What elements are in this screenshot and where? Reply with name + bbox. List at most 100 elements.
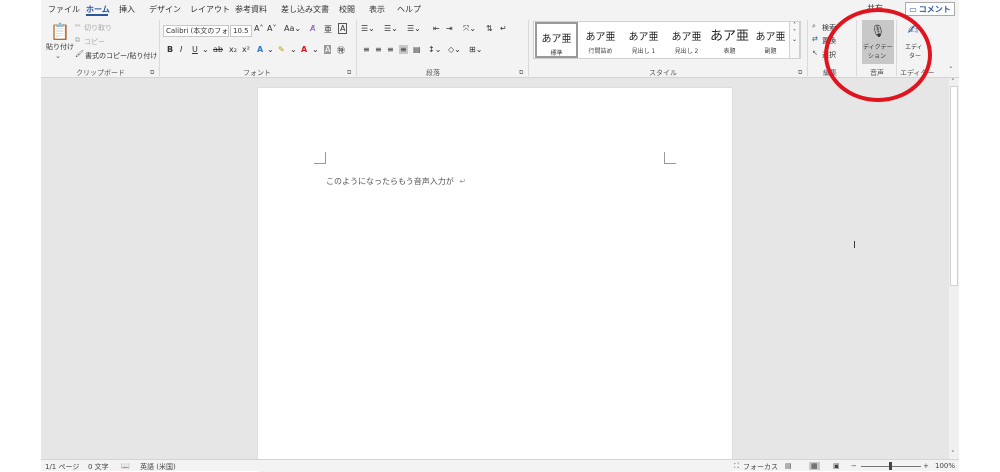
style-heading-2[interactable]: あア亜 見出し 2	[665, 22, 708, 58]
focus-icon[interactable]: ⛶	[734, 462, 739, 471]
decrease-indent-icon[interactable]: ⇤	[433, 24, 440, 33]
print-layout-icon[interactable]: ▦	[809, 462, 820, 470]
read-mode-icon[interactable]: ▤	[785, 462, 792, 470]
scroll-up-icon[interactable]: ˄	[951, 78, 955, 86]
scroll-down-icon[interactable]: ˅	[951, 450, 955, 458]
comment-button[interactable]: ▭ コメント	[905, 2, 955, 16]
clipboard-launcher-icon[interactable]: ⧉	[150, 69, 154, 77]
align-left-icon[interactable]: ≡	[363, 45, 370, 54]
character-shading-icon[interactable]: A	[324, 45, 332, 54]
underline-dropdown-icon[interactable]: ⌄	[202, 45, 209, 54]
chevron-down-icon[interactable]: ˅	[790, 29, 799, 36]
tab-view[interactable]: 表示	[369, 4, 385, 15]
tab-file[interactable]: ファイル	[48, 4, 80, 15]
zoom-in-icon[interactable]: +	[923, 462, 929, 470]
style-normal[interactable]: あア亜 標準	[535, 22, 578, 58]
tab-review[interactable]: 校閲	[339, 4, 355, 15]
multilevel-list-icon[interactable]: ☰⌄	[407, 24, 421, 33]
copy-icon: ⧉	[75, 36, 80, 44]
change-case-icon[interactable]: Aa⌄	[284, 24, 301, 33]
increase-indent-icon[interactable]: ⇥	[446, 24, 453, 33]
borders-icon[interactable]: ⊞⌄	[469, 45, 482, 54]
justify-icon[interactable]: ≡	[399, 45, 408, 54]
scroll-thumb[interactable]	[950, 86, 958, 286]
format-painter-icon: 🖌	[75, 50, 84, 58]
replace-icon: ⇄	[812, 35, 818, 43]
chevron-up-icon[interactable]: ˄	[790, 22, 799, 29]
paragraph-launcher-icon[interactable]: ⧉	[519, 69, 523, 77]
zoom-level[interactable]: 100%	[935, 462, 955, 470]
tab-mailings[interactable]: 差し込み文書	[281, 4, 329, 15]
grow-font-icon[interactable]: A˄	[254, 24, 263, 33]
shading-icon[interactable]: ◇⌄	[448, 45, 461, 54]
text-cursor-icon: I	[853, 240, 856, 251]
bold-button[interactable]: B	[167, 45, 173, 54]
proofing-icon[interactable]: 📖	[121, 462, 130, 470]
more-styles-icon[interactable]: ⌄	[790, 36, 799, 43]
paste-dropdown-icon[interactable]: ⌄	[55, 52, 61, 60]
text-direction-icon[interactable]: ⤧⌄	[463, 24, 476, 34]
highlight-dropdown-icon[interactable]: ⌄	[290, 45, 297, 54]
enclose-characters-icon[interactable]: ㊕	[337, 45, 345, 56]
show-marks-icon[interactable]: ↵	[500, 24, 507, 33]
document-text[interactable]: このようになったらもう音声入力が ↵	[326, 176, 466, 187]
style-heading-1[interactable]: あア亜 見出し 1	[622, 22, 665, 58]
document-page[interactable]: このようになったらもう音声入力が ↵	[258, 88, 732, 471]
align-right-icon[interactable]: ≡	[387, 45, 394, 54]
sort-icon[interactable]: ⇅	[486, 24, 493, 33]
format-painter-button[interactable]: 書式のコピー/貼り付け	[85, 51, 157, 61]
cut-button[interactable]: 切り取り	[84, 23, 112, 33]
paste-icon[interactable]: 📋	[49, 21, 71, 41]
paste-button[interactable]: 貼り付け	[46, 42, 74, 52]
text-effects-dropdown-icon[interactable]: ⌄	[267, 45, 274, 54]
font-group-label: フォント	[243, 69, 271, 77]
font-size-box[interactable]: 10.5	[230, 25, 252, 37]
shrink-font-icon[interactable]: A˅	[267, 24, 276, 33]
align-center-icon[interactable]: ≡	[375, 45, 382, 54]
style-name: 行間詰め	[588, 48, 613, 55]
styles-gallery-scroll[interactable]: ˄ ˅ ⌄	[789, 21, 800, 59]
vertical-scrollbar[interactable]: ˄ ˅	[949, 78, 959, 459]
distributed-icon[interactable]: ▤	[413, 45, 421, 54]
zoom-slider-thumb[interactable]	[889, 462, 892, 470]
font-color-dropdown-icon[interactable]: ⌄	[312, 45, 319, 54]
character-border-icon[interactable]: A	[338, 23, 348, 34]
clear-formatting-icon[interactable]: A̸	[310, 24, 315, 33]
style-subtitle[interactable]: あア亜 副題	[749, 22, 792, 58]
web-layout-icon[interactable]: ▣	[833, 462, 840, 470]
text-effects-icon[interactable]: A	[257, 45, 263, 54]
strikethrough-button[interactable]: ab	[213, 45, 223, 54]
subscript-button[interactable]: x₂	[229, 45, 237, 54]
font-color-icon[interactable]: A	[301, 45, 307, 54]
font-name-box[interactable]: Calibri (本文のフォ	[163, 25, 229, 37]
tab-help[interactable]: ヘルプ	[397, 4, 421, 15]
italic-button[interactable]: I	[180, 45, 182, 54]
tab-insert[interactable]: 挿入	[119, 4, 135, 15]
highlight-color-icon[interactable]: ✎	[278, 45, 285, 54]
style-title[interactable]: あア亜 表題	[708, 22, 751, 58]
style-no-spacing[interactable]: あア亜 行間詰め	[579, 22, 622, 58]
superscript-button[interactable]: x²	[242, 45, 250, 54]
paragraph-mark-icon: ↵	[459, 177, 467, 186]
bullets-icon[interactable]: ☰⌄	[361, 24, 375, 33]
style-preview: あア亜	[755, 32, 786, 43]
annotation-circle	[824, 8, 932, 102]
underline-button[interactable]: U	[192, 45, 198, 54]
zoom-out-icon[interactable]: −	[851, 462, 857, 470]
styles-group-label: スタイル	[649, 69, 677, 77]
collapse-ribbon-icon[interactable]: ˄	[949, 66, 953, 74]
style-preview: あア亜	[628, 32, 659, 43]
styles-launcher-icon[interactable]: ⧉	[798, 69, 802, 77]
style-name: 表題	[723, 48, 736, 55]
clipboard-group-label: クリップボード	[76, 69, 125, 77]
status-bar: 1/1 ページ 0 文字 📖 英語 (米国) ⛶ フォーカス ▤ ▦ ▣ − +…	[41, 459, 959, 471]
tab-references[interactable]: 参考資料	[235, 4, 267, 15]
numbering-icon[interactable]: ☰⌄	[384, 24, 398, 33]
tab-design[interactable]: デザイン	[149, 4, 181, 15]
line-spacing-icon[interactable]: ↕⌄	[428, 45, 441, 54]
font-launcher-icon[interactable]: ⧉	[347, 69, 351, 77]
copy-button[interactable]: コピー	[84, 37, 105, 47]
active-tab-indicator	[86, 14, 108, 16]
tab-layout[interactable]: レイアウト	[190, 4, 230, 15]
phonetic-guide-icon[interactable]: 亜	[324, 24, 332, 35]
